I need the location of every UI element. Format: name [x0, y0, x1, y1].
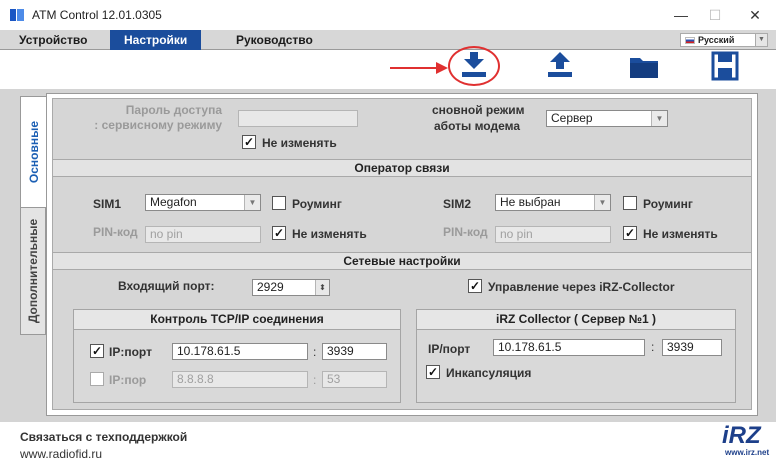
sim1-roaming-checkbox[interactable]	[272, 196, 286, 210]
password-label-line2: : сервисному режиму	[94, 118, 222, 132]
irz-collector-header: iRZ Collector ( Сервер №1 )	[417, 310, 735, 330]
tcp-row2-checkbox[interactable]	[90, 372, 104, 386]
support-link[interactable]: Связаться с техподдержкой	[20, 430, 187, 444]
tab-advanced[interactable]: Дополнительные	[20, 207, 46, 335]
annotation-arrow-line	[390, 67, 440, 69]
chevron-down-icon: ▼	[651, 111, 667, 126]
incoming-port-stepper[interactable]: 2929 ⬍	[252, 279, 330, 296]
main-mode-label-line1: сновной режим	[432, 103, 525, 117]
irz-ip-field[interactable]: 10.178.61.5	[493, 339, 645, 356]
sim2-no-change-label: Не изменять	[643, 227, 718, 241]
tcp-row2-ip-field[interactable]: 8.8.8.8	[172, 371, 308, 388]
app-icon	[10, 9, 24, 21]
sim1-operator-value: Megafon	[150, 195, 197, 209]
menu-manual[interactable]: Руководство	[226, 30, 323, 50]
encapsulation-label: Инкапсуляция	[446, 366, 532, 380]
spinner-icon[interactable]: ⬍	[315, 280, 329, 295]
password-label-line1: Пароль доступа	[125, 103, 222, 117]
tcp-row2-separator: :	[313, 373, 317, 387]
sim2-label: SIM2	[443, 197, 472, 211]
no-change-password-checkbox[interactable]: ✓	[242, 135, 256, 149]
russian-flag-icon	[685, 37, 695, 44]
sim1-no-change-label: Не изменять	[292, 227, 367, 241]
annotation-arrow-head	[436, 62, 448, 74]
sim2-operator-select[interactable]: Не выбран ▼	[495, 194, 611, 211]
tcp-row2-port-field[interactable]: 53	[322, 371, 387, 388]
irz-logo-text: iRZ	[722, 422, 761, 449]
sim1-label: SIM1	[93, 197, 122, 211]
sim2-roaming-label: Роуминг	[643, 197, 693, 211]
sim2-pin-label: PIN-код	[443, 225, 488, 239]
sim2-no-change-checkbox[interactable]: ✓	[623, 226, 637, 240]
tab-main[interactable]: Основные	[20, 96, 46, 208]
no-change-password-label: Не изменять	[262, 136, 337, 150]
collector-management-checkbox[interactable]: ✓	[468, 279, 482, 293]
minimize-button[interactable]: —	[666, 4, 696, 26]
sim1-pin-field[interactable]: no pin	[145, 226, 261, 243]
language-value: Русский	[698, 35, 735, 45]
chevron-down-icon: ▼	[755, 34, 767, 46]
sim1-operator-select[interactable]: Megafon ▼	[145, 194, 261, 211]
sim2-roaming-checkbox[interactable]	[623, 196, 637, 210]
tcp-row2-label: IP:пор	[109, 373, 147, 387]
collector-management-label: Управление через iRZ-Collector	[488, 280, 675, 294]
close-button[interactable]: ✕	[740, 4, 770, 26]
upload-icon[interactable]	[542, 50, 578, 82]
language-select[interactable]: Русский ▼	[680, 33, 768, 47]
irz-separator: :	[651, 340, 655, 354]
menu-settings[interactable]: Настройки	[110, 30, 202, 50]
operator-section-header: Оператор связи	[53, 159, 751, 177]
irz-logo-url: www.irz.net	[725, 448, 770, 457]
network-section-header: Сетевые настройки	[53, 252, 751, 270]
download-icon[interactable]	[456, 50, 492, 82]
irz-collector-group: iRZ Collector ( Сервер №1 )	[416, 309, 736, 403]
main-mode-select[interactable]: Сервер ▼	[546, 110, 668, 127]
main-mode-value: Сервер	[551, 111, 593, 125]
save-icon[interactable]	[707, 50, 743, 82]
main-mode-label-line2: аботы модема	[434, 119, 520, 133]
sim1-pin-label: PIN-код	[93, 225, 138, 239]
maximize-button[interactable]: ☐	[700, 4, 730, 26]
tab-main-label: Основные	[26, 120, 41, 184]
window-title: ATM Control 12.01.0305	[32, 8, 162, 22]
menu-device[interactable]: Устройство	[9, 30, 97, 50]
tab-advanced-label: Дополнительные	[26, 218, 40, 324]
tcp-control-header: Контроль TCP/IP соединения	[74, 310, 400, 330]
tcp-row1-port-field[interactable]: 3939	[322, 343, 387, 360]
sim1-roaming-label: Роуминг	[292, 197, 342, 211]
encapsulation-checkbox[interactable]: ✓	[426, 365, 440, 379]
irz-logo: iRZ www.irz.net	[722, 424, 770, 458]
sim2-pin-field[interactable]: no pin	[495, 226, 611, 243]
sim2-operator-value: Не выбран	[500, 195, 561, 209]
sim1-no-change-checkbox[interactable]: ✓	[272, 226, 286, 240]
tcp-row1-checkbox[interactable]: ✓	[90, 344, 104, 358]
folder-icon[interactable]	[626, 50, 662, 82]
irz-port-field[interactable]: 3939	[662, 339, 722, 356]
tcp-row1-separator: :	[313, 345, 317, 359]
irz-ip-label: IP/порт	[428, 342, 471, 356]
tcp-row1-ip-field[interactable]: 10.178.61.5	[172, 343, 308, 360]
password-field[interactable]	[238, 110, 358, 127]
incoming-port-label: Входящий порт:	[118, 279, 215, 293]
chevron-down-icon: ▼	[244, 195, 260, 210]
chevron-down-icon: ▼	[594, 195, 610, 210]
tcp-row1-label: IP:порт	[109, 345, 152, 359]
website-link[interactable]: www.radiofid.ru	[20, 447, 102, 461]
incoming-port-value: 2929	[257, 280, 284, 294]
